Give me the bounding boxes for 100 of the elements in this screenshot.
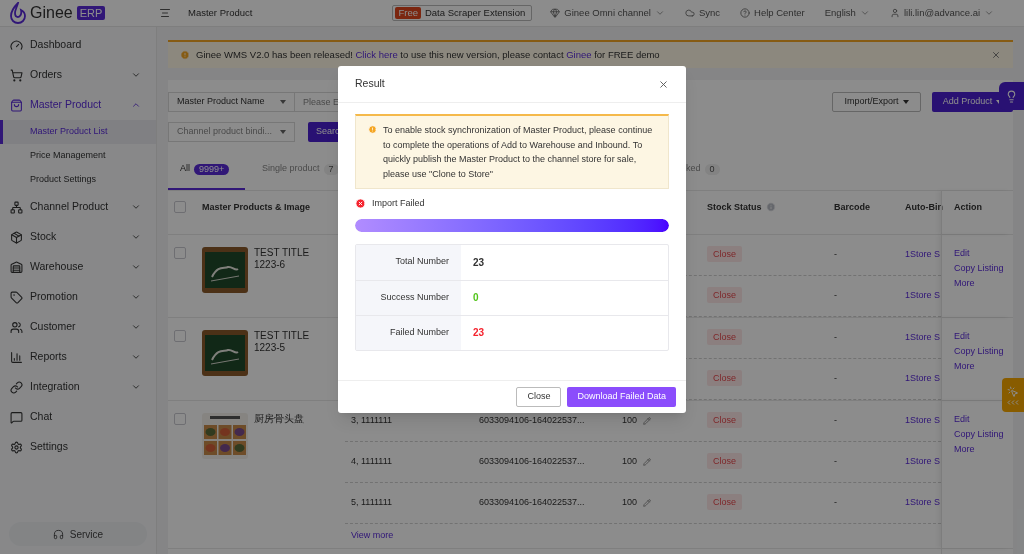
action-link[interactable]: Edit: [954, 246, 1010, 261]
status-tag: Close: [707, 494, 742, 511]
checkbox[interactable]: [174, 413, 186, 425]
top-nav-item[interactable]: Ginee Omni channel: [564, 5, 651, 21]
top-nav-item[interactable]: lili.lin@advance.ai: [903, 5, 981, 21]
banner-message: Ginee WMS V2.0 has been released! Click here to use this new version, please contact Ginee for FREE demo: [196, 47, 661, 62]
tab[interactable]: All 9999+: [168, 150, 245, 190]
stat-value: 23: [473, 255, 485, 270]
notice-text: To enable stock synchronization of Master Product, please continue to complete the operations of Add to Warehouse and Inbound. To quickly publish the Master Product to the channel store for sale, please use "Clone to Store": [383, 124, 654, 181]
action-link[interactable]: Edit: [954, 412, 1010, 427]
stat-value: 0: [473, 291, 479, 305]
tips-tab[interactable]: [999, 82, 1024, 110]
users-icon: [10, 320, 23, 334]
action-link[interactable]: More: [954, 276, 1010, 291]
sidebar-item[interactable]: Promotion: [0, 282, 156, 312]
menu-icon[interactable]: [159, 7, 171, 19]
gauge-icon: [10, 38, 23, 52]
action-link[interactable]: Copy Listing: [954, 261, 1010, 276]
checkbox[interactable]: [174, 247, 186, 259]
channel-product-id: 6033094106-164022537...: [479, 497, 585, 508]
pointer-click-icon: [1007, 385, 1019, 398]
stat-label: Failed Number: [389, 325, 449, 339]
sidebar-item[interactable]: Dashboard: [0, 30, 156, 60]
logo-badge: ERP: [76, 6, 106, 20]
chevron-down-icon: [131, 202, 141, 212]
sidebar-item[interactable]: Stock: [0, 222, 156, 252]
sidebar-item[interactable]: Integration: [0, 372, 156, 402]
tab[interactable]: Single product 7: [262, 150, 342, 190]
chevron-down-icon: [654, 8, 665, 18]
auto-bind-link[interactable]: 1Store S: [905, 290, 941, 301]
channel-product-id: 6033094106-164022537...: [479, 415, 585, 426]
auto-bind-link[interactable]: 1Store S: [905, 249, 941, 260]
edit-icon[interactable]: [643, 417, 652, 425]
checkbox[interactable]: [174, 201, 186, 213]
close-icon[interactable]: [991, 50, 1001, 60]
chevron-down-icon: [131, 292, 141, 302]
binding-select[interactable]: Channel product bindi...: [168, 122, 295, 142]
status-tag: Close: [707, 412, 742, 429]
action-link[interactable]: More: [954, 442, 1010, 457]
page-title: Master Product: [188, 5, 253, 20]
action-link[interactable]: Copy Listing: [954, 344, 1010, 359]
stock-quantity: 100: [622, 496, 638, 510]
barcode-value: -: [834, 456, 837, 467]
stat-label: Success Number: [380, 290, 449, 304]
auto-bind-link[interactable]: 1Store S: [905, 415, 941, 426]
chevron-down-icon: [859, 8, 870, 18]
close-button[interactable]: Close: [516, 387, 562, 407]
sidebar-item[interactable]: Orders: [0, 60, 156, 90]
tab[interactable]: ked 0: [686, 150, 720, 190]
status-tag: Close: [707, 453, 742, 470]
import-export-button[interactable]: Import/Export: [832, 92, 921, 112]
tag-icon: [10, 290, 23, 304]
variant-sku: 4, 1111111: [351, 456, 393, 467]
sidebar-subitem[interactable]: Price Management: [0, 144, 156, 168]
sidebar-item[interactable]: Reports: [0, 342, 156, 372]
banner-link[interactable]: Ginee: [563, 48, 592, 60]
edit-icon[interactable]: [643, 458, 652, 466]
close-icon[interactable]: [658, 78, 669, 90]
view-more-link[interactable]: View more: [351, 529, 394, 543]
sidebar-item[interactable]: Warehouse: [0, 252, 156, 282]
channel-product-id: 6033094106-164022537...: [479, 456, 585, 467]
banner-link[interactable]: Click here: [352, 48, 398, 60]
auto-bind-link[interactable]: 1Store S: [905, 456, 941, 467]
column-header: Stock Status: [707, 201, 762, 214]
auto-bind-link[interactable]: 1Store S: [905, 373, 941, 384]
assistant-widget[interactable]: [1002, 378, 1024, 412]
dialog-title: Result: [355, 76, 385, 92]
barcode-value: -: [834, 497, 837, 508]
logo-text: Ginee: [30, 3, 73, 23]
sidebar-item[interactable]: Customer: [0, 312, 156, 342]
link-icon: [10, 380, 23, 394]
field-select[interactable]: Master Product Name: [168, 92, 295, 112]
top-nav-item[interactable]: English: [824, 5, 856, 21]
stat-value: 23: [473, 326, 485, 340]
column-header: Action: [954, 201, 982, 214]
auto-bind-link[interactable]: 1Store S: [905, 497, 941, 508]
chevron-down-icon: [131, 322, 141, 332]
download-button[interactable]: Download Failed Data: [567, 387, 676, 407]
action-link[interactable]: Copy Listing: [954, 427, 1010, 442]
sidebar-subitem[interactable]: Product Settings: [0, 168, 156, 192]
action-link[interactable]: More: [954, 359, 1010, 374]
sidebar-item[interactable]: Channel Product: [0, 192, 156, 222]
help-icon: [740, 8, 751, 18]
chat-icon: [10, 410, 23, 424]
extension-button[interactable]: Free Data Scraper Extension: [392, 5, 533, 21]
sidebar-item[interactable]: Master Product: [0, 90, 156, 120]
count-badge: 7: [323, 163, 339, 175]
action-link[interactable]: Edit: [954, 329, 1010, 344]
sidebar-subitem[interactable]: Master Product List: [0, 120, 156, 144]
chevron-down-icon: [131, 232, 141, 242]
top-nav-item[interactable]: Help Center: [754, 5, 805, 21]
top-nav-item[interactable]: Sync: [698, 5, 721, 21]
service-button[interactable]: Service: [9, 522, 147, 546]
checkbox[interactable]: [174, 330, 186, 342]
auto-bind-link[interactable]: 1Store S: [905, 332, 941, 343]
lightbulb-icon: [1005, 89, 1018, 103]
edit-icon[interactable]: [643, 499, 652, 507]
network-icon: [10, 200, 23, 214]
sidebar-item[interactable]: Settings: [0, 432, 156, 462]
sidebar-item[interactable]: Chat: [0, 402, 156, 432]
